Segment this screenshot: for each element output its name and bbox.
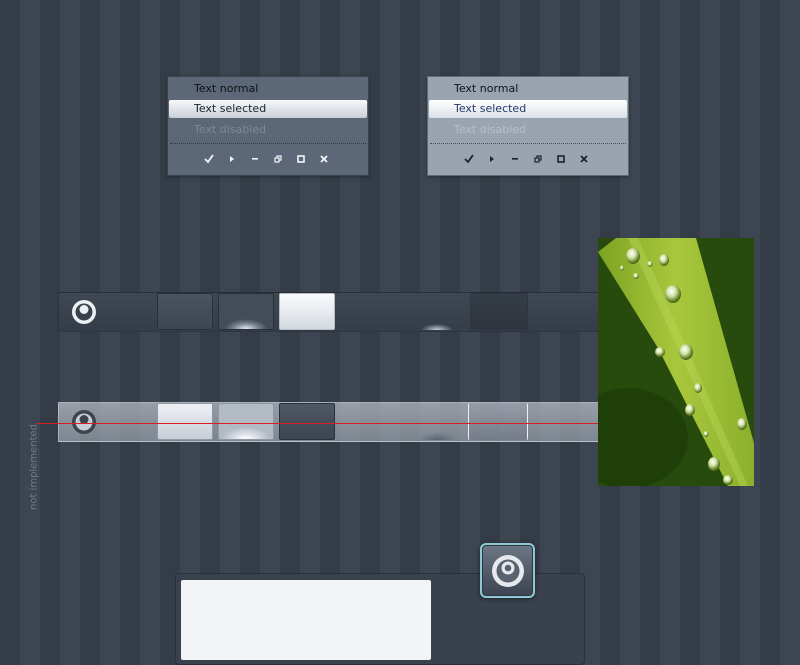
menu-item-normal[interactable]: Text normal	[169, 80, 367, 98]
minimize-icon[interactable]	[508, 152, 522, 166]
not-implemented-label: not implemented	[28, 423, 40, 511]
check-icon[interactable]	[462, 152, 476, 166]
restore-icon[interactable]	[271, 152, 285, 166]
minimize-icon[interactable]	[248, 152, 262, 166]
toolbar-button-sunken[interactable]	[468, 403, 528, 440]
app-logo-icon[interactable]	[71, 299, 97, 325]
menu-icon-row	[202, 151, 331, 167]
toolbar-button-glow[interactable]	[409, 403, 465, 440]
toolbar-button-hover[interactable]	[218, 293, 274, 330]
context-menu-light: Text normal Text selected Text disabled	[427, 76, 629, 176]
maximize-icon[interactable]	[294, 152, 308, 166]
toolbar-button-sunken[interactable]	[470, 293, 528, 330]
toolbar-button-normal[interactable]	[157, 403, 213, 440]
menu-icon-row	[462, 151, 591, 167]
app-logo-icon[interactable]	[71, 409, 97, 435]
content-area[interactable]	[181, 580, 431, 660]
play-icon[interactable]	[225, 152, 239, 166]
close-icon[interactable]	[317, 152, 331, 166]
menu-item-selected[interactable]: Text selected	[169, 100, 367, 118]
menu-separator	[430, 143, 626, 144]
restore-icon[interactable]	[531, 152, 545, 166]
menu-item-normal[interactable]: Text normal	[429, 80, 627, 98]
check-icon[interactable]	[202, 152, 216, 166]
menu-item-selected[interactable]: Text selected	[429, 100, 627, 118]
maximize-icon[interactable]	[554, 152, 568, 166]
toolbar-button-pressed[interactable]	[279, 293, 335, 330]
app-logo-icon[interactable]	[480, 543, 535, 598]
menu-item-disabled: Text disabled	[194, 123, 267, 136]
leaf-photo	[598, 238, 754, 486]
toolbar-button-pressed[interactable]	[279, 403, 335, 440]
toolbar-button-glow[interactable]	[409, 293, 465, 330]
close-icon[interactable]	[577, 152, 591, 166]
play-icon[interactable]	[485, 152, 499, 166]
menu-item-disabled: Text disabled	[454, 123, 527, 136]
context-menu-dark: Text normal Text selected Text disabled	[167, 76, 369, 176]
menu-separator	[170, 143, 366, 144]
toolbar-button-normal[interactable]	[157, 293, 213, 330]
toolbar-button-hover[interactable]	[218, 403, 274, 440]
